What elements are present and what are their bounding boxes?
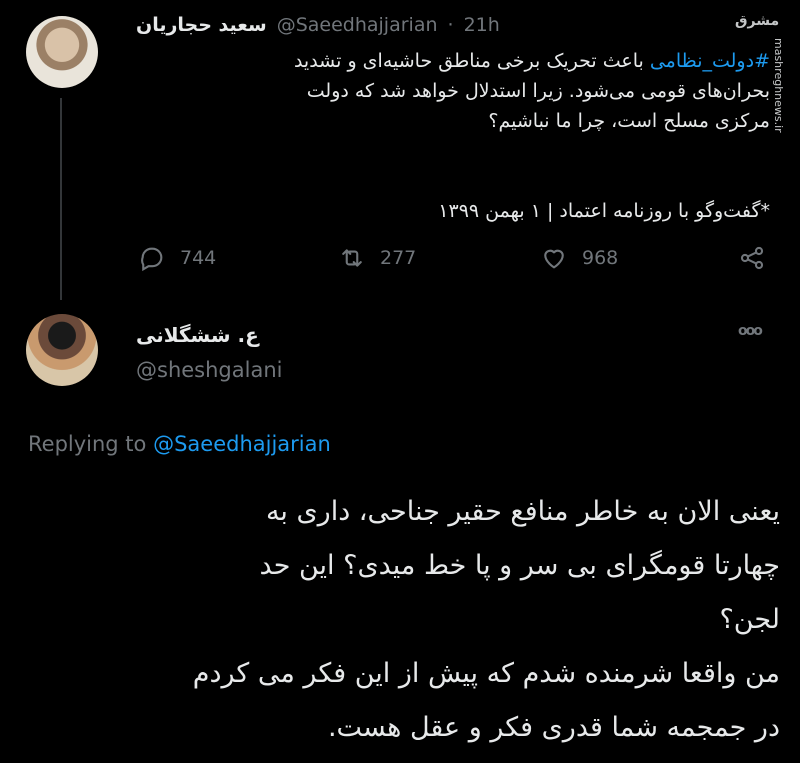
tweet-body-line-1: #دولت_نظامی باعث تحریک برخی مناطق حاشیه‌… (140, 46, 770, 76)
reply-line-5: در جمجمه شما قدری فکر و عقل هست. (327, 712, 780, 743)
replying-to-label: Replying to (28, 432, 147, 456)
tweet-body: #دولت_نظامی باعث تحریک برخی مناطق حاشیه‌… (140, 46, 770, 136)
hashtag[interactable]: #دولت_نظامی (650, 50, 770, 72)
separator: · (447, 14, 454, 36)
reply-icon (141, 247, 163, 272)
reply-line-3: لجن؟ (719, 604, 780, 635)
mashregh-logo-text: مشرق (735, 13, 780, 29)
watermark-site: mashreghnews.ir (772, 38, 792, 178)
share-icon (740, 246, 764, 270)
retweet-action[interactable]: 277 (338, 244, 416, 272)
reply-line-2: چهارتا قومگرای بی سر و پا خط میدی؟ این ح… (259, 550, 780, 581)
retweet-count: 277 (380, 247, 417, 269)
avatar-sheshgalani[interactable] (26, 314, 98, 386)
like-count: 968 (582, 247, 619, 269)
author-name[interactable]: سعید حجاریان (136, 14, 267, 36)
reply-count: 744 (180, 247, 217, 269)
watermark-site-text: mashreghnews.ir (772, 38, 785, 133)
replying-to: Replying to @Saeedhajjarian (28, 432, 331, 456)
retweet-icon (342, 249, 362, 267)
reply-author-handle-wrap: @sheshgalani (136, 358, 282, 382)
author-handle[interactable]: @Saeedhajjarian (277, 14, 438, 36)
reply-author-name[interactable]: ع. ششگلانی (136, 323, 259, 347)
reply-body: یعنی الان به خاطر منافع حقیر جناحی، داری… (20, 490, 780, 750)
mashregh-logo: مشرق (735, 10, 779, 36)
source-line-text: *گفت‌وگو با روزنامه اعتماد | ۱ بهمن ۱۳۹۹ (438, 200, 770, 222)
more-options-icon[interactable]: ooo (738, 323, 763, 339)
tweet-body-line-3: مرکزی مسلح است، چرا ما نباشیم؟ (488, 110, 770, 132)
like-icon (544, 249, 564, 269)
tweet-body-line-2: بحران‌های قومی می‌شود. زیرا استدلال خواه… (306, 80, 770, 102)
reply-line-1: یعنی الان به خاطر منافع حقیر جناحی، داری… (265, 496, 780, 527)
avatar-saeedhajjarian[interactable] (26, 16, 98, 88)
reply-author-handle[interactable]: @sheshgalani (136, 358, 282, 382)
reply-line-4: من واقعا شرمنده شدم که پیش از این فکر می… (192, 658, 780, 689)
like-action[interactable]: 968 (540, 244, 618, 272)
share-action[interactable] (738, 244, 766, 272)
tweet-header: سعید حجاریان @Saeedhajjarian · 21h (136, 10, 736, 40)
tweet-body-line-1-rest: باعث تحریک برخی مناطق حاشیه‌ای و تشدید (293, 50, 650, 72)
reply-action[interactable]: 744 (138, 244, 216, 272)
thread-line (60, 98, 62, 300)
reply-author-name-wrap: ع. ششگلانی (136, 323, 259, 347)
tweet-source-line: *گفت‌وگو با روزنامه اعتماد | ۱ بهمن ۱۳۹۹ (140, 196, 770, 226)
tweet-time[interactable]: 21h (464, 14, 500, 36)
replying-to-handle[interactable]: @Saeedhajjarian (153, 432, 331, 456)
